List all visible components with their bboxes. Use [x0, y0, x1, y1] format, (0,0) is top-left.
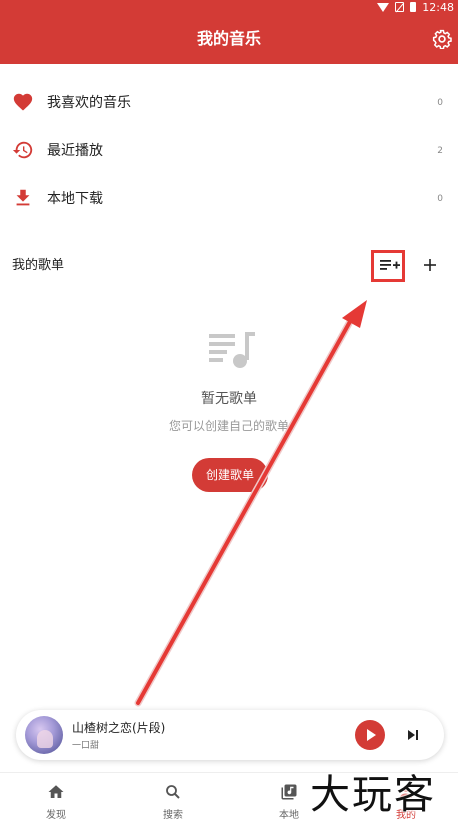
nav-label: 搜索	[163, 810, 183, 820]
album-art	[25, 716, 63, 754]
nav-tab-search[interactable]: 搜索	[133, 773, 213, 820]
add-to-playlist-button[interactable]	[371, 250, 405, 282]
local-music-icon	[281, 784, 297, 800]
menu-item-downloads[interactable]: 本地下载 0	[0, 175, 458, 223]
mini-player[interactable]: 山楂树之恋(片段) 一口甜	[16, 710, 444, 760]
watermark-logo: 大玩客	[310, 772, 436, 818]
history-icon	[12, 141, 33, 159]
nav-tab-discover[interactable]: 发现	[16, 773, 96, 820]
plus-icon	[424, 259, 436, 271]
no-sim-icon	[395, 2, 405, 12]
create-playlist-button[interactable]	[420, 255, 440, 275]
wifi-icon	[377, 2, 390, 12]
status-bar: 12:48	[0, 0, 458, 14]
menu-count: 0	[437, 98, 443, 108]
menu-item-recent[interactable]: 最近播放 2	[0, 127, 458, 175]
search-icon	[166, 785, 180, 799]
playlists-section-title: 我的歌单	[12, 258, 65, 273]
song-artist: 一口甜	[72, 741, 100, 751]
app-bar: 我的音乐	[0, 14, 458, 64]
create-playlist-cta-button[interactable]: 创建歌单	[192, 458, 268, 492]
menu-item-favorites[interactable]: 我喜欢的音乐 0	[0, 79, 458, 127]
playlist-add-icon	[380, 260, 400, 270]
menu-count: 0	[437, 194, 443, 204]
empty-state-subtitle: 您可以创建自己的歌单	[168, 419, 289, 433]
menu-label: 最近播放	[47, 143, 103, 159]
home-icon	[48, 785, 64, 798]
song-title: 山楂树之恋(片段)	[72, 721, 166, 735]
nav-label: 发现	[46, 810, 66, 820]
download-icon	[16, 189, 30, 206]
battery-icon	[410, 2, 417, 12]
heart-icon	[13, 93, 33, 111]
page-title: 我的音乐	[196, 29, 261, 48]
play-button[interactable]	[355, 720, 385, 750]
status-icons: 12:48	[377, 0, 454, 14]
empty-state-title: 暂无歌单	[201, 391, 257, 407]
menu-count: 2	[437, 146, 443, 156]
settings-button[interactable]	[432, 29, 452, 50]
empty-playlist-icon	[209, 332, 255, 368]
gear-icon	[432, 29, 452, 50]
next-track-icon[interactable]	[405, 727, 421, 743]
menu-label: 本地下载	[47, 191, 103, 207]
status-time: 12:48	[422, 0, 454, 14]
menu-label: 我喜欢的音乐	[47, 95, 131, 111]
